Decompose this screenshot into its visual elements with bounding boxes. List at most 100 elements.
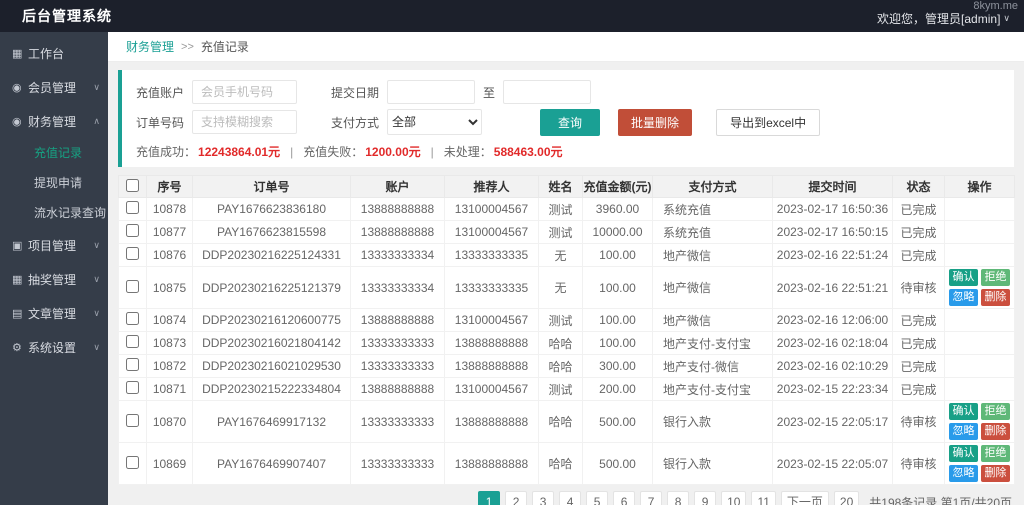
confirm-button[interactable]: 确认 bbox=[949, 403, 978, 420]
cell-referrer: 13100004567 bbox=[444, 220, 539, 244]
chevron-down-icon: ∨ bbox=[93, 239, 100, 250]
cell-payment-method: 银行入款 bbox=[652, 400, 773, 443]
cell-referrer: 13333333335 bbox=[444, 266, 539, 309]
delete-button[interactable]: 删除 bbox=[981, 423, 1010, 440]
confirm-button[interactable]: 确认 bbox=[949, 269, 978, 286]
page-button-5[interactable]: 5 bbox=[586, 491, 609, 505]
row-checkbox[interactable] bbox=[126, 312, 139, 325]
ignore-button[interactable]: 忽略 bbox=[949, 289, 978, 306]
payment-method-label: 支付方式 bbox=[331, 115, 380, 130]
cell-seq: 10869 bbox=[146, 442, 193, 485]
page-button-6[interactable]: 6 bbox=[613, 491, 636, 505]
table-row: 10878 PAY1676623836180 13888888888 13100… bbox=[118, 197, 1015, 221]
summary-separator: | bbox=[290, 144, 294, 159]
gear-icon: ⚙ bbox=[12, 341, 22, 354]
row-checkbox[interactable] bbox=[126, 381, 139, 394]
cell-actions bbox=[944, 331, 1015, 355]
delete-button[interactable]: 删除 bbox=[981, 289, 1010, 306]
cell-payment-method: 地产微信 bbox=[652, 266, 773, 309]
cell-seq: 10877 bbox=[146, 220, 193, 244]
table-row: 10870 PAY1676469917132 13333333333 13888… bbox=[118, 400, 1015, 443]
row-checkbox[interactable] bbox=[126, 335, 139, 348]
row-checkbox[interactable] bbox=[126, 201, 139, 214]
row-checkbox[interactable] bbox=[126, 279, 139, 293]
payment-method-select[interactable]: 全部 bbox=[387, 109, 483, 135]
batch-delete-button[interactable]: 批量删除 bbox=[618, 108, 693, 136]
sidebar-item-label: 工作台 bbox=[28, 46, 65, 61]
sidebar-item-label: 抽奖管理 bbox=[28, 272, 77, 287]
cell-actions bbox=[944, 354, 1015, 378]
cell-payment-method: 地产微信 bbox=[652, 243, 773, 267]
page-button-9[interactable]: 9 bbox=[694, 491, 717, 505]
sidebar-nav: ▦ 工作台 ◉ 会员管理 ∨ ◉ 财务管理 ∧ 充值记录 提现申请 流水记录查询 ▣… bbox=[0, 32, 108, 505]
sidebar-item-label: 项目管理 bbox=[28, 238, 77, 253]
breadcrumb-parent[interactable]: 财务管理 bbox=[126, 38, 174, 55]
pagination: 1 2 3 4 5 6 7 8 9 10 11 下一页 20 共198条记录 第1页/共20页 bbox=[118, 491, 1014, 505]
cell-amount: 300.00 bbox=[582, 354, 653, 378]
cell-submit-time: 2023-02-16 02:18:04 bbox=[772, 331, 893, 355]
cell-actions bbox=[944, 377, 1015, 401]
cell-account: 13888888888 bbox=[350, 220, 445, 244]
row-checkbox[interactable] bbox=[126, 413, 139, 427]
sidebar-item-label: 会员管理 bbox=[28, 80, 77, 95]
sidebar-item-workbench[interactable]: ▦ 工作台 bbox=[0, 36, 108, 70]
filter-panel: 充值账户 提交日期 至 订单号码 支付方式 全部 查询 批量删除 导 bbox=[118, 70, 1014, 167]
page-button-2[interactable]: 2 bbox=[505, 491, 528, 505]
sidebar-subitem-recharge-records[interactable]: 充值记录 bbox=[0, 138, 108, 168]
watermark-text: 8kym.me bbox=[973, 0, 1018, 12]
cell-account: 13333333334 bbox=[350, 266, 445, 309]
row-checkbox[interactable] bbox=[126, 455, 139, 469]
row-checkbox[interactable] bbox=[126, 224, 139, 237]
cell-referrer: 13888888888 bbox=[444, 331, 539, 355]
cell-referrer: 13333333335 bbox=[444, 243, 539, 267]
ignore-button[interactable]: 忽略 bbox=[949, 423, 978, 440]
column-header: 操作 bbox=[944, 175, 1015, 198]
reject-button[interactable]: 拒绝 bbox=[981, 269, 1010, 286]
page-button-11[interactable]: 11 bbox=[751, 491, 776, 505]
page-button-20[interactable]: 20 bbox=[833, 491, 860, 505]
page-button-7[interactable]: 7 bbox=[640, 491, 663, 505]
sidebar-item-articles[interactable]: ▤ 文章管理 ∨ bbox=[0, 296, 108, 330]
sidebar-item-label: 财务管理 bbox=[28, 114, 77, 129]
order-number-input[interactable] bbox=[192, 110, 298, 134]
cell-payment-method: 地产支付-支付宝 bbox=[652, 377, 773, 401]
cell-seq: 10871 bbox=[146, 377, 193, 401]
cell-name: 哈哈 bbox=[538, 331, 583, 355]
delete-button[interactable]: 删除 bbox=[981, 465, 1010, 482]
confirm-button[interactable]: 确认 bbox=[949, 445, 978, 462]
select-all-checkbox[interactable] bbox=[126, 178, 139, 192]
cell-payment-method: 地产支付-支付宝 bbox=[652, 331, 773, 355]
query-button[interactable]: 查询 bbox=[540, 108, 601, 136]
date-to-label: 至 bbox=[483, 85, 496, 100]
cell-submit-time: 2023-02-16 12:06:00 bbox=[772, 308, 893, 332]
date-from-input[interactable] bbox=[387, 80, 476, 104]
cell-status: 已完成 bbox=[892, 331, 945, 355]
cell-status: 待审核 bbox=[892, 266, 945, 309]
date-to-input[interactable] bbox=[503, 80, 592, 104]
cell-status: 已完成 bbox=[892, 354, 945, 378]
reject-button[interactable]: 拒绝 bbox=[981, 403, 1010, 420]
page-button-3[interactable]: 3 bbox=[532, 491, 555, 505]
page-button-8[interactable]: 8 bbox=[667, 491, 690, 505]
sidebar-item-finance[interactable]: ◉ 财务管理 ∧ bbox=[0, 104, 108, 138]
export-excel-button[interactable]: 导出到excel中 bbox=[716, 108, 821, 136]
row-checkbox[interactable] bbox=[126, 247, 139, 260]
page-button-4[interactable]: 4 bbox=[559, 491, 582, 505]
page-button-1[interactable]: 1 bbox=[478, 491, 501, 505]
row-checkbox[interactable] bbox=[126, 358, 139, 371]
sidebar-subitem-withdraw-apply[interactable]: 提现申请 bbox=[0, 168, 108, 198]
page-button-10[interactable]: 10 bbox=[721, 491, 747, 505]
sidebar-item-projects[interactable]: ▣ 项目管理 ∨ bbox=[0, 228, 108, 262]
sidebar-item-lottery[interactable]: ▦ 抽奖管理 ∨ bbox=[0, 262, 108, 296]
cell-order-number: DDP20230216225121379 bbox=[192, 266, 351, 309]
ignore-button[interactable]: 忽略 bbox=[949, 465, 978, 482]
sidebar-item-settings[interactable]: ⚙ 系统设置 ∨ bbox=[0, 330, 108, 364]
cell-name: 无 bbox=[538, 243, 583, 267]
next-page-button[interactable]: 下一页 bbox=[780, 491, 829, 505]
recharge-account-input[interactable] bbox=[192, 80, 298, 104]
sidebar-subitem-flow-records[interactable]: 流水记录查询 bbox=[0, 198, 108, 228]
reject-button[interactable]: 拒绝 bbox=[981, 445, 1010, 462]
table-header-row: 序号 订单号 账户 推荐人 姓名 充值金额(元) 支付方式 提交时间 状态 操作 bbox=[118, 175, 1015, 198]
sidebar-item-members[interactable]: ◉ 会员管理 ∨ bbox=[0, 70, 108, 104]
cell-payment-method: 系统充值 bbox=[652, 220, 773, 244]
